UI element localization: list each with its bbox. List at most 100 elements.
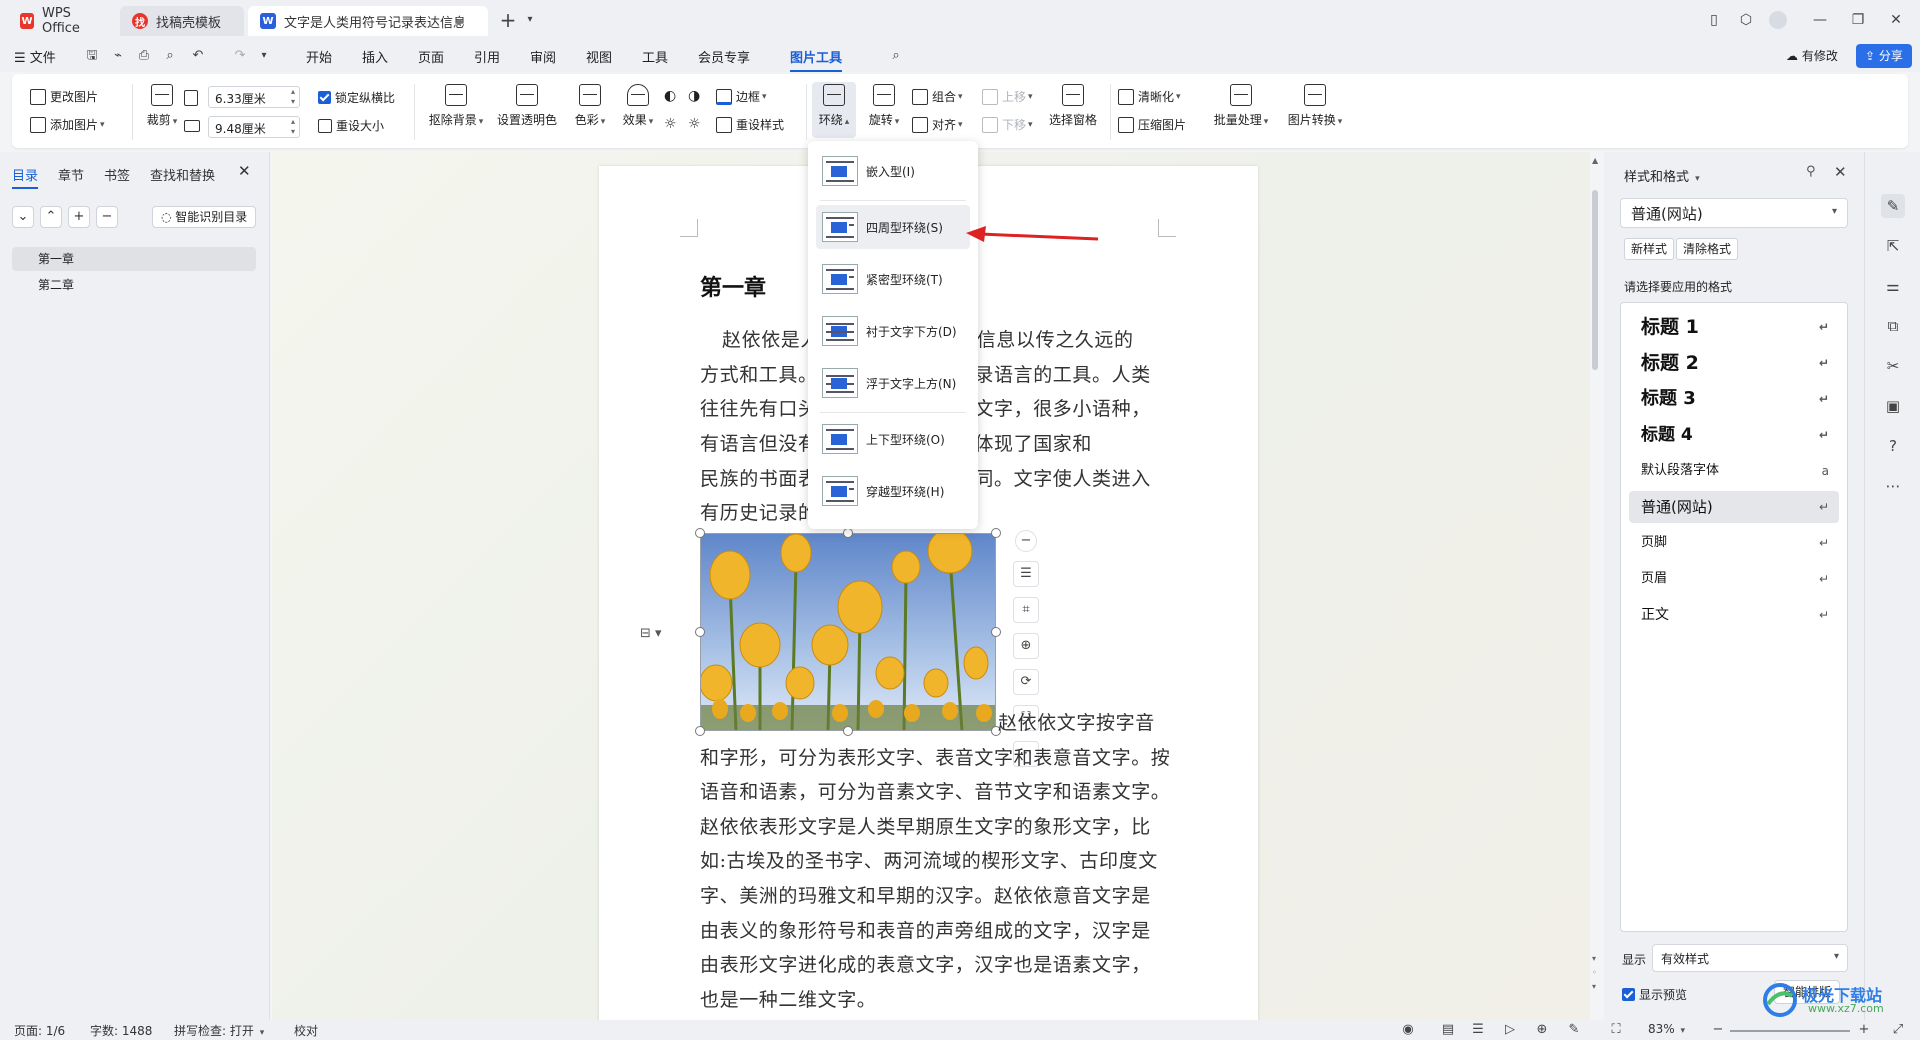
style-item[interactable]: 正文 ↵ bbox=[1629, 599, 1839, 631]
style-pen-icon[interactable]: ✎ bbox=[1881, 194, 1905, 218]
modified-status[interactable]: ☁ 有修改 bbox=[1786, 47, 1838, 64]
current-style-select[interactable]: 普通(网站) ▾ bbox=[1620, 198, 1848, 228]
style-item[interactable]: 默认段落字体 a bbox=[1629, 455, 1839, 487]
show-preview-checkbox[interactable]: 显示预览 bbox=[1622, 986, 1687, 1003]
remove-background-button[interactable]: 抠除背景 ▾ bbox=[424, 84, 488, 128]
brightness-button[interactable]: ◐ bbox=[664, 88, 676, 104]
word-count[interactable]: 字数: 1488 bbox=[90, 1022, 152, 1039]
cube-icon[interactable]: ⬡ bbox=[1734, 8, 1758, 32]
tools-icon[interactable]: ✂ bbox=[1881, 354, 1905, 378]
zoom-out-icon[interactable]: − bbox=[1710, 1022, 1726, 1038]
wrap-topbottom-option[interactable]: 上下型环绕(O) bbox=[816, 417, 970, 461]
scroll-up-icon[interactable]: ▲ bbox=[1592, 156, 1598, 165]
menu-insert[interactable]: 插入 bbox=[362, 47, 388, 66]
fit-page-icon[interactable]: ⛶ bbox=[1608, 1022, 1624, 1038]
effect-button[interactable]: 效果 ▾ bbox=[616, 84, 660, 128]
menu-reference[interactable]: 引用 bbox=[474, 47, 500, 66]
smart-toc-button[interactable]: ◌ 智能识别目录 bbox=[152, 206, 257, 228]
styles-panel-title[interactable]: 样式和格式 ▾ bbox=[1624, 166, 1700, 185]
menu-review[interactable]: 审阅 bbox=[530, 47, 556, 66]
lock-ratio-checkbox[interactable]: 锁定纵横比 bbox=[318, 89, 395, 106]
menu-member[interactable]: 会员专享 bbox=[698, 47, 750, 66]
resize-handle[interactable] bbox=[991, 528, 1001, 538]
resize-handle[interactable] bbox=[695, 627, 705, 637]
reset-style-button[interactable]: 重设样式 bbox=[716, 116, 784, 133]
menu-home[interactable]: 开始 bbox=[306, 47, 332, 66]
move-down-button[interactable]: 下移 ▾ bbox=[982, 116, 1033, 133]
outline-view-icon[interactable]: ☰ bbox=[1470, 1022, 1486, 1038]
avatar[interactable] bbox=[1766, 8, 1790, 32]
image-edit-icon[interactable]: ⧉ bbox=[1881, 314, 1905, 338]
resize-handle[interactable] bbox=[991, 627, 1001, 637]
menu-file[interactable]: ☰ 文件 bbox=[14, 47, 56, 66]
scroll-page-icons[interactable]: ▾ ◦ ▾ bbox=[1592, 952, 1597, 994]
web-view-icon[interactable]: ⊕ bbox=[1534, 1022, 1550, 1038]
vertical-scrollbar[interactable]: ▲ ▾ ◦ ▾ bbox=[1588, 152, 1604, 1020]
tab-wps-office[interactable]: W WPS Office bbox=[8, 6, 116, 36]
play-icon[interactable]: ▷ bbox=[1502, 1022, 1518, 1038]
new-tab-icon[interactable]: + bbox=[496, 8, 520, 32]
set-transparent-button[interactable]: 设置透明色 bbox=[494, 84, 560, 128]
crop-button[interactable]: 裁剪 ▾ bbox=[136, 84, 188, 128]
resize-handle[interactable] bbox=[695, 528, 705, 538]
scrollbar-thumb[interactable] bbox=[1592, 190, 1598, 370]
resize-handle[interactable] bbox=[843, 528, 853, 538]
minus-circle-icon[interactable]: − bbox=[1015, 530, 1037, 552]
collapse-down-icon[interactable]: ⌄ bbox=[12, 206, 34, 228]
close-panel-icon[interactable]: ✕ bbox=[238, 162, 251, 180]
eye-icon[interactable]: ◉ bbox=[1400, 1022, 1416, 1038]
clear-format-button[interactable]: 清除格式 bbox=[1676, 238, 1739, 260]
chevron-down-icon[interactable]: ▾ bbox=[518, 8, 542, 32]
chapter-heading[interactable]: 第一章 bbox=[700, 270, 766, 302]
share-button[interactable]: ⇪ 分享 bbox=[1856, 44, 1912, 68]
add-heading-icon[interactable]: + bbox=[68, 206, 90, 228]
menu-page[interactable]: 页面 bbox=[418, 47, 444, 66]
search-icon[interactable]: ⌕ bbox=[888, 49, 904, 63]
zoom-slider[interactable] bbox=[1730, 1030, 1850, 1032]
wrap-square-option[interactable]: 四周型环绕(S) bbox=[816, 205, 970, 249]
border-button[interactable]: 边框 ▾ bbox=[716, 88, 767, 105]
rotate-button[interactable]: 旋转 ▾ bbox=[862, 84, 906, 128]
tab-toc[interactable]: 目录 bbox=[12, 165, 39, 189]
more-chevron-icon[interactable]: ▾ bbox=[256, 49, 272, 63]
picture-convert-button[interactable]: 图片转换 ▾ bbox=[1282, 84, 1348, 128]
tab-find-replace[interactable]: 查找和替换 bbox=[150, 165, 215, 184]
print-preview-icon[interactable]: ⌕ bbox=[162, 49, 178, 63]
contrast-button[interactable]: ◑ bbox=[688, 88, 700, 104]
fullscreen-icon[interactable]: ⤢ bbox=[1890, 1022, 1906, 1038]
toc-item[interactable]: 第一章 bbox=[12, 247, 256, 271]
restore-icon[interactable]: ❐ bbox=[1846, 8, 1870, 32]
wrap-button[interactable]: 环绕 ▴ bbox=[812, 82, 856, 138]
tab-chapter[interactable]: 章节 bbox=[58, 165, 84, 184]
redo-icon[interactable]: ↷ bbox=[232, 49, 248, 63]
wrap-inline-option[interactable]: 嵌入型(I) bbox=[816, 149, 970, 193]
zoom-in-icon[interactable]: + bbox=[1856, 1022, 1872, 1038]
new-style-button[interactable]: 新样式 bbox=[1624, 238, 1675, 260]
style-item[interactable]: 页脚 ↵ bbox=[1629, 527, 1839, 559]
help-icon[interactable]: ? bbox=[1881, 434, 1905, 458]
zoom-in-icon[interactable]: ⊕ bbox=[1013, 633, 1039, 659]
wrap-behind-option[interactable]: 衬于文字下方(D) bbox=[816, 309, 970, 353]
page-count[interactable]: 页面: 1/6 bbox=[14, 1022, 65, 1039]
remove-heading-icon[interactable]: − bbox=[96, 206, 118, 228]
style-item[interactable]: 标题 4 ↵ bbox=[1629, 419, 1839, 451]
wrap-through-option[interactable]: 穿越型环绕(H) bbox=[816, 469, 970, 513]
style-item[interactable]: 普通(网站) ↵ bbox=[1629, 491, 1839, 523]
picture-height-input[interactable]: 9.48厘米 ▴ ▾ bbox=[208, 116, 300, 138]
book-icon[interactable]: ▣ bbox=[1881, 394, 1905, 418]
pen-icon[interactable]: ✎ bbox=[1566, 1022, 1582, 1038]
anchor-icon[interactable]: ⊟ ▾ bbox=[640, 626, 662, 641]
move-up-button[interactable]: 上移 ▾ bbox=[982, 88, 1033, 105]
adjust-sliders-icon[interactable]: ⚌ bbox=[1881, 274, 1905, 298]
crop-quick-icon[interactable]: ⌗ bbox=[1013, 597, 1039, 623]
group-button[interactable]: 组合 ▾ bbox=[912, 88, 963, 105]
brightness-down-button[interactable]: ☼ bbox=[664, 116, 677, 132]
zoom-level[interactable]: 83% ▾ bbox=[1648, 1022, 1685, 1036]
color-button[interactable]: 色彩 ▾ bbox=[568, 84, 612, 128]
undo-icon[interactable]: ↶ bbox=[190, 49, 206, 63]
menu-view[interactable]: 视图 bbox=[586, 47, 612, 66]
sharpen-button[interactable]: 清晰化 ▾ bbox=[1118, 88, 1181, 105]
selected-picture[interactable] bbox=[699, 528, 996, 732]
batch-process-button[interactable]: 批量处理 ▾ bbox=[1208, 84, 1274, 128]
menu-picture-tools[interactable]: 图片工具 bbox=[790, 47, 843, 72]
